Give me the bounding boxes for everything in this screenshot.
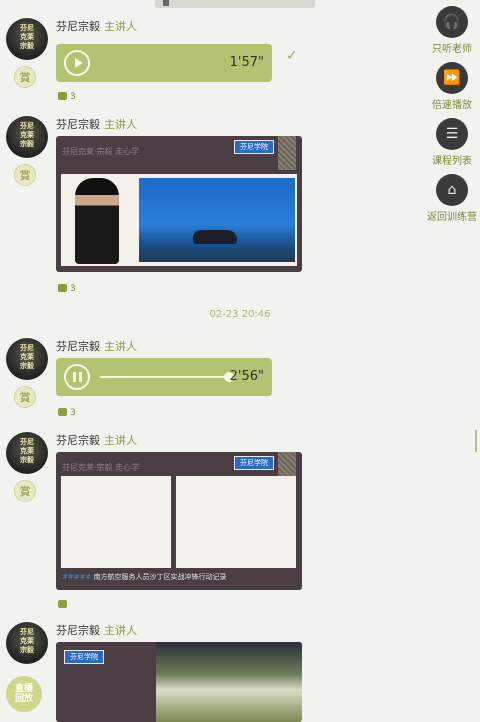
- live-replay-badge[interactable]: 直播 回放: [6, 676, 42, 712]
- avatar[interactable]: 芬尼 克莱 宗毅: [6, 432, 48, 474]
- sender-name: 芬尼宗毅: [56, 340, 100, 353]
- check-icon: ✓: [286, 48, 298, 64]
- thumb-up-icon: [58, 408, 67, 416]
- avatar[interactable]: 芬尼 克莱 宗毅: [6, 622, 48, 664]
- sender-row: 芬尼宗毅 主讲人: [56, 338, 137, 354]
- scroll-indicator[interactable]: [475, 430, 477, 452]
- reward-badge[interactable]: 賞: [14, 164, 36, 186]
- sender-name: 芬尼宗毅: [56, 20, 100, 33]
- voice-duration: 2'56": [229, 369, 264, 384]
- avatar-text: 芬尼 克莱 宗毅: [20, 438, 34, 464]
- avatar[interactable]: 芬尼 克莱 宗毅: [6, 338, 48, 380]
- sender-role: 主讲人: [104, 624, 137, 637]
- speed-icon: ⏩: [436, 62, 468, 94]
- rail-speed-play[interactable]: ⏩ 倍速播放: [424, 62, 480, 111]
- thumb-up-icon: [58, 284, 67, 292]
- card-photo: [156, 642, 302, 722]
- reward-badge[interactable]: 賞: [14, 66, 36, 88]
- sender-name: 芬尼宗毅: [56, 434, 100, 447]
- sender-name: 芬尼宗毅: [56, 118, 100, 131]
- avatar-text: 芬尼 克莱 宗毅: [20, 122, 34, 148]
- sender-row: 芬尼宗毅 主讲人: [56, 18, 137, 34]
- avatar[interactable]: 芬尼 克莱 宗毅: [6, 18, 48, 60]
- voice-message[interactable]: 1'57": [56, 44, 272, 82]
- like-count[interactable]: 3: [58, 408, 76, 418]
- voice-message[interactable]: 2'56": [56, 358, 272, 396]
- reward-badge[interactable]: 賞: [14, 480, 36, 502]
- brand-logo: 芬尼学院: [234, 456, 274, 470]
- previous-message-stub: [155, 0, 315, 8]
- sender-role: 主讲人: [104, 118, 137, 131]
- decorative-stripe: [278, 136, 296, 170]
- chat-message: 芬尼 克莱 宗毅 直播 回放 芬尼宗毅 主讲人 芬尼学院: [0, 622, 420, 722]
- return-icon: ⌂: [436, 174, 468, 206]
- rail-return-camp[interactable]: ⌂ 返回训练营: [424, 174, 480, 223]
- voice-duration: 1'57": [229, 55, 264, 70]
- headphone-icon: 🎧: [436, 6, 468, 38]
- sender-name: 芬尼宗毅: [56, 624, 100, 637]
- rail-course-list[interactable]: ☰ 课程列表: [424, 118, 480, 167]
- timestamp: 02-23 20:46: [209, 309, 271, 320]
- thumb-up-icon: [58, 600, 67, 608]
- avatar-text: 芬尼 克莱 宗毅: [20, 24, 34, 50]
- like-count[interactable]: 3: [58, 92, 76, 102]
- rail-listen-teacher[interactable]: 🎧 只听老师: [424, 6, 480, 55]
- image-card[interactable]: 芬尼克莱·宗毅 走心学 芬尼学院 ##### 南方航空服务人员沙丁区实战冲锋行动…: [56, 452, 302, 590]
- brand-logo: 芬尼学院: [234, 140, 274, 154]
- car-photo: [139, 178, 295, 262]
- card-header-text: 芬尼克莱·宗毅 走心学: [62, 463, 140, 472]
- sender-role: 主讲人: [104, 340, 137, 353]
- brand-logo: 芬尼学院: [64, 650, 104, 664]
- image-card[interactable]: 芬尼克莱·宗毅 走心学 芬尼学院: [56, 136, 302, 272]
- sender-role: 主讲人: [104, 434, 137, 447]
- card-header-text: 芬尼克莱·宗毅 走心学: [62, 147, 140, 156]
- chat-message: 芬尼 克莱 宗毅 賞 芬尼宗毅 主讲人 2'56" 3: [0, 338, 420, 424]
- avatar-text: 芬尼 克莱 宗毅: [20, 344, 34, 370]
- person-figure: [75, 178, 119, 264]
- list-icon: ☰: [436, 118, 468, 150]
- thumb-up-icon: [58, 92, 67, 100]
- like-count[interactable]: [58, 600, 70, 610]
- card-photo-left: [61, 476, 171, 568]
- chat-message: 芬尼 克莱 宗毅 賞 芬尼宗毅 主讲人 1'57" ✓ 3: [0, 18, 420, 108]
- reward-badge[interactable]: 賞: [14, 386, 36, 408]
- like-count[interactable]: 3: [58, 284, 76, 294]
- sender-row: 芬尼宗毅 主讲人: [56, 622, 137, 638]
- chat-message: 芬尼 克莱 宗毅 賞 芬尼宗毅 主讲人 芬尼克莱·宗毅 走心学 芬尼学院 ##### …: [0, 432, 420, 614]
- avatar-text: 芬尼 克莱 宗毅: [20, 628, 34, 654]
- card-image: [61, 174, 297, 266]
- card-caption: ##### 南方航空服务人员沙丁区实战冲锋行动记录: [62, 573, 227, 581]
- sender-row: 芬尼宗毅 主讲人: [56, 432, 137, 448]
- mini-play-icon: [163, 0, 169, 6]
- sender-role: 主讲人: [104, 20, 137, 33]
- car-shape: [193, 230, 237, 244]
- pause-icon[interactable]: [64, 364, 90, 390]
- image-card[interactable]: 芬尼学院: [56, 642, 302, 722]
- sender-row: 芬尼宗毅 主讲人: [56, 116, 137, 132]
- card-photo-right: [176, 476, 296, 568]
- progress-track[interactable]: [100, 376, 230, 378]
- avatar[interactable]: 芬尼 克莱 宗毅: [6, 116, 48, 158]
- play-icon[interactable]: [64, 50, 90, 76]
- chat-message: 芬尼 克莱 宗毅 賞 芬尼宗毅 主讲人 芬尼克莱·宗毅 走心学 芬尼学院 3: [0, 116, 420, 296]
